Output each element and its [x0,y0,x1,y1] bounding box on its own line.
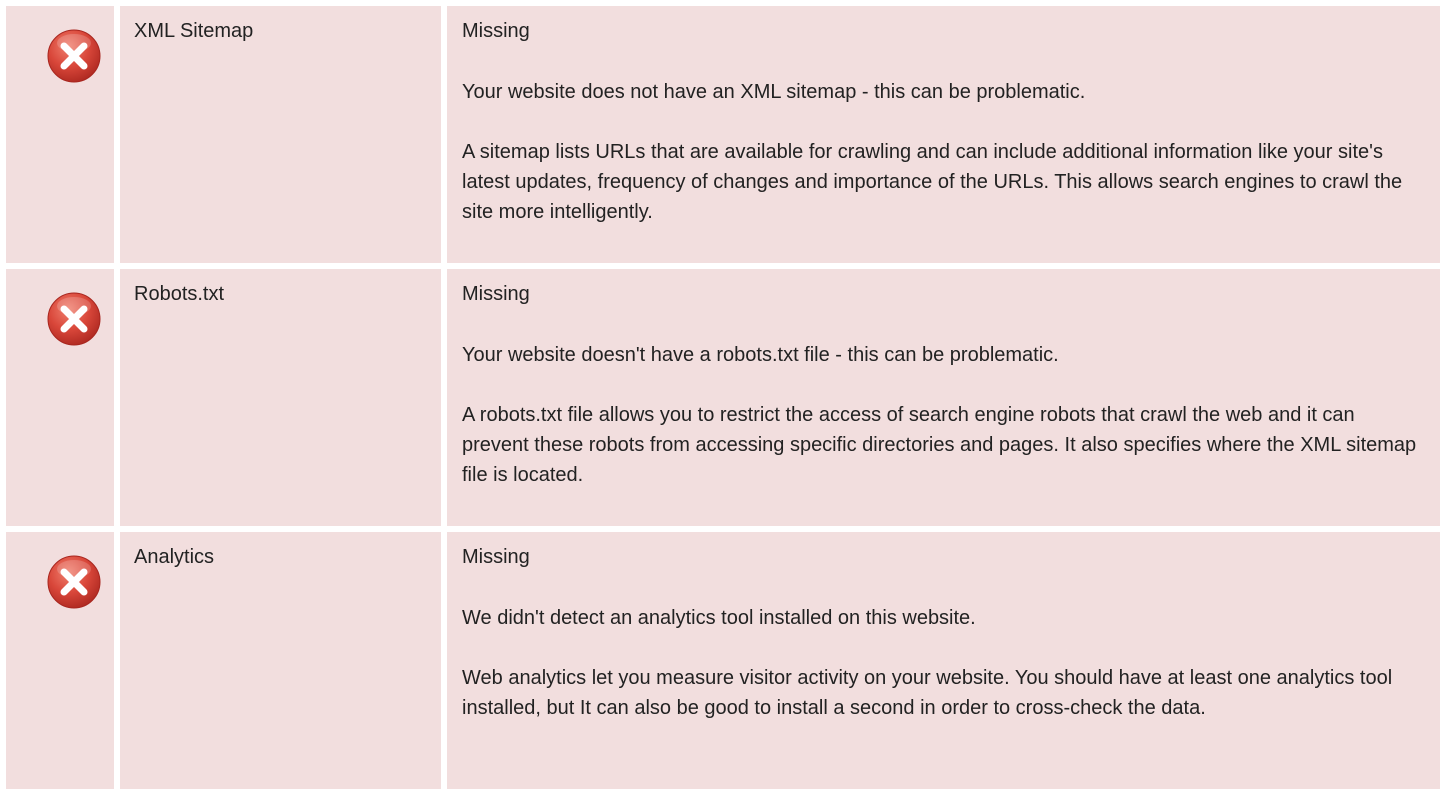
check-detail: Missing Your website does not have an XM… [447,6,1440,263]
check-status: Missing [462,283,530,305]
error-x-icon [47,292,101,346]
check-row-analytics: Analytics Missing We didn't detect an an… [6,532,1440,789]
check-status: Missing [462,546,530,568]
check-summary: We didn't detect an analytics tool insta… [462,607,976,629]
check-status: Missing [462,20,530,42]
check-detail: Missing We didn't detect an analytics to… [447,532,1440,789]
error-x-icon [47,555,101,609]
seo-checks-table: XML Sitemap Missing Your website does no… [6,6,1440,789]
check-summary: Your website doesn't have a robots.txt f… [462,344,1059,366]
check-row-robots-txt: Robots.txt Missing Your website doesn't … [6,269,1440,526]
check-detail: Missing Your website doesn't have a robo… [447,269,1440,526]
status-icon-cell [6,532,114,789]
check-name: XML Sitemap [120,6,441,263]
error-x-icon [47,29,101,83]
check-name: Robots.txt [120,269,441,526]
check-description: Web analytics let you measure visitor ac… [462,667,1393,719]
check-row-xml-sitemap: XML Sitemap Missing Your website does no… [6,6,1440,263]
status-icon-cell [6,6,114,263]
check-description: A robots.txt file allows you to restrict… [462,404,1417,486]
status-icon-cell [6,269,114,526]
check-description: A sitemap lists URLs that are available … [462,141,1403,223]
check-name: Analytics [120,532,441,789]
check-summary: Your website does not have an XML sitema… [462,81,1086,103]
